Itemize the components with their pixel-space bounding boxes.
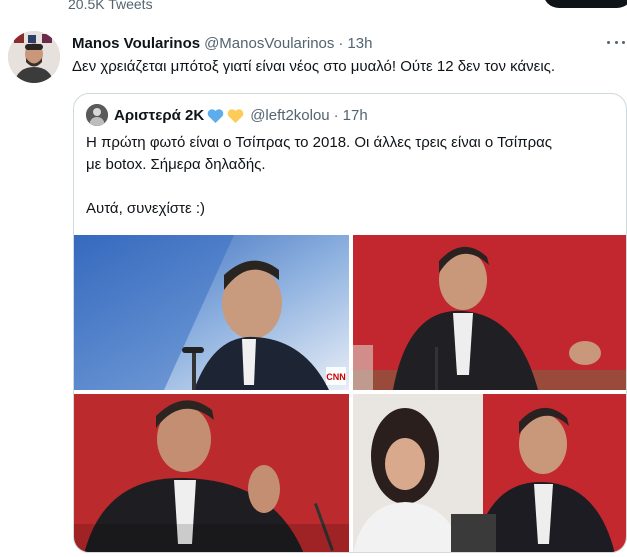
separator-dot: ·	[333, 106, 339, 124]
svg-text:CNN: CNN	[326, 372, 346, 382]
author-handle[interactable]: @ManosVoularinos	[204, 35, 334, 52]
avatar[interactable]	[8, 31, 60, 83]
tweet-text: Δεν χρειάζεται μπότοξ γιατί είναι νέος σ…	[72, 58, 556, 75]
photo-3[interactable]	[74, 394, 349, 552]
quoted-tweet-header: Αριστερά 2Κ @left2kolou · 17h	[86, 104, 368, 126]
tweet-header: Manos Voularinos @ManosVoularinos · 13h	[72, 33, 372, 53]
tweet-timestamp[interactable]: 13h	[347, 35, 372, 52]
quoted-tweet-card[interactable]: Αριστερά 2Κ @left2kolou · 17h Η πρώτη φω…	[73, 93, 627, 553]
profile-action-button[interactable]	[543, 0, 627, 8]
separator-dot: ·	[338, 34, 344, 52]
avatar-image	[8, 31, 60, 83]
quoted-text-line: Η πρώτη φωτό είναι ο Τσίπρας το 2018. Οι…	[86, 134, 553, 151]
author-display-name[interactable]: Manos Voularinos	[72, 35, 200, 52]
quoted-text-line: με botox. Σήμερα δηλαδής.	[86, 156, 266, 173]
quoted-timestamp[interactable]: 17h	[343, 107, 368, 124]
quoted-tweet-text: Η πρώτη φωτό είναι ο Τσίπρας το 2018. Οι…	[86, 132, 552, 220]
more-options-icon[interactable]	[607, 36, 625, 48]
tweet-count: 20.5K Tweets	[68, 0, 153, 12]
photo-grid: CNN	[74, 235, 626, 552]
photo-4[interactable]	[353, 394, 626, 552]
quoted-text-line: Αυτά, συνεχίστε :)	[86, 200, 205, 217]
quoted-avatar	[86, 104, 108, 126]
quoted-display-name[interactable]: Αριστερά 2Κ	[114, 107, 204, 124]
profile-header-strip: 20.5K Tweets	[0, 0, 627, 14]
yellow-heart-icon	[227, 108, 244, 124]
blue-heart-icon	[207, 108, 224, 124]
quoted-text-line	[86, 176, 552, 198]
quoted-handle[interactable]: @left2kolou	[250, 107, 329, 124]
photo-2[interactable]	[353, 235, 626, 390]
photo-1[interactable]: CNN	[74, 235, 349, 390]
